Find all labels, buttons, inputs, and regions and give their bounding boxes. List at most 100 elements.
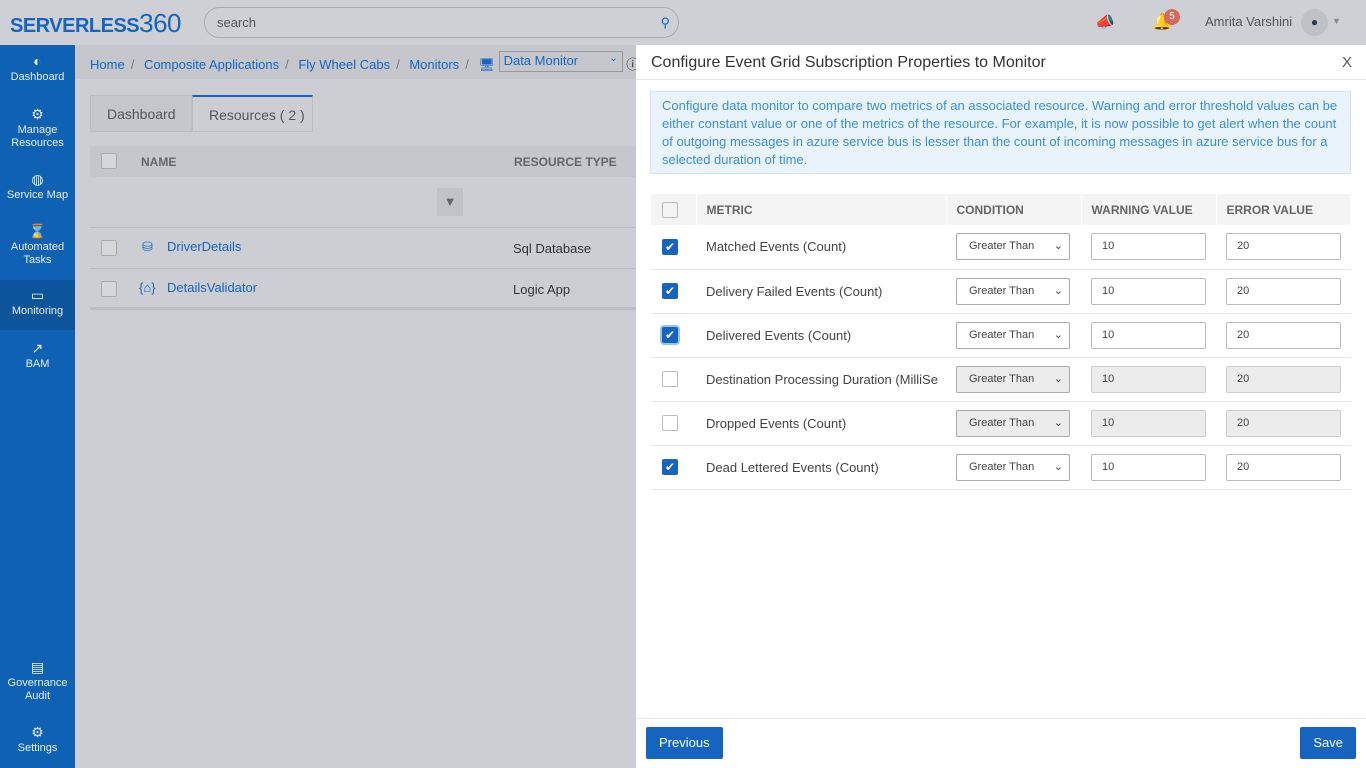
panel-title: Configure Event Grid Subscription Proper… bbox=[651, 54, 1046, 71]
condition-select[interactable]: Greater Than ⌄ bbox=[956, 453, 1070, 481]
metric-row: ✔ Dead Lettered Events (Count) Greater T… bbox=[651, 445, 1351, 490]
error-value-input[interactable]: 20 bbox=[1226, 233, 1341, 261]
logic-app-icon: {⌂} bbox=[139, 280, 156, 295]
gear-icon: ⚙ bbox=[31, 724, 44, 740]
condition-select[interactable]: Greater Than ⌄ bbox=[956, 233, 1070, 261]
document-icon: ▤ bbox=[30, 659, 45, 675]
metric-name: Dead Lettered Events (Count) bbox=[696, 445, 946, 490]
error-value-input[interactable]: 20 bbox=[1226, 409, 1341, 437]
metric-row: ✔ Delivered Events (Count) Greater Than ⌄… bbox=[651, 313, 1351, 358]
error-value-input[interactable]: 20 bbox=[1226, 365, 1341, 393]
hourglass-icon: ⌛ bbox=[28, 223, 47, 239]
column-header-name[interactable]: NAME bbox=[141, 155, 176, 169]
breadcrumb: Home / Composite Applications / Fly Wheel … bbox=[75, 45, 639, 79]
error-value-input[interactable]: 20 bbox=[1226, 321, 1341, 349]
globe-icon: ◍ bbox=[31, 171, 44, 187]
condition-select[interactable]: Greater Than ⌄ bbox=[956, 409, 1070, 437]
breadcrumb-home[interactable]: Home bbox=[90, 57, 125, 72]
condition-select[interactable]: Greater Than ⌄ bbox=[956, 365, 1070, 393]
configure-panel: Configure Event Grid Subscription Proper… bbox=[636, 45, 1366, 768]
sidebar-item-service-map[interactable]: ◍ Service Map bbox=[0, 171, 75, 202]
avatar[interactable]: ● bbox=[1301, 9, 1328, 36]
user-name[interactable]: Amrita Varshini bbox=[1205, 14, 1292, 29]
resources-table: NAME RESOURCE TYPE ▼ ⛁ DriverDetails Sql… bbox=[90, 146, 636, 310]
chevron-down-icon: ⌄ bbox=[1053, 240, 1063, 253]
warning-value-input[interactable]: 10 bbox=[1091, 233, 1206, 261]
search-icon[interactable]: ⚲ bbox=[660, 8, 670, 37]
row-checkbox[interactable] bbox=[101, 281, 117, 297]
metric-name: Delivered Events (Count) bbox=[696, 313, 946, 358]
row-checkbox[interactable] bbox=[101, 240, 117, 256]
column-header-error-value: ERROR VALUE bbox=[1216, 194, 1351, 225]
chart-line-icon: ↗ bbox=[31, 340, 44, 356]
select-all-checkbox[interactable] bbox=[101, 153, 117, 169]
sidebar-item-settings[interactable]: ⚙ Settings bbox=[0, 724, 75, 755]
gear-icon: ⚙ bbox=[31, 106, 44, 122]
resource-link[interactable]: DriverDetails bbox=[167, 239, 241, 254]
chevron-down-icon: ⌄ bbox=[1053, 416, 1063, 429]
warning-value-input[interactable]: 10 bbox=[1091, 365, 1206, 393]
sidebar: ◐ Dashboard ⚙ Manage Resources ◍ Service Ma… bbox=[0, 45, 75, 768]
error-value-input[interactable]: 20 bbox=[1226, 277, 1341, 305]
warning-value-input[interactable]: 10 bbox=[1091, 277, 1206, 305]
sidebar-item-automated-tasks[interactable]: ⌛ Automated Tasks bbox=[0, 223, 75, 267]
breadcrumb-monitors[interactable]: Monitors bbox=[409, 57, 459, 72]
error-value-input[interactable]: 20 bbox=[1226, 453, 1341, 481]
metric-row: ✔ Matched Events (Count) Greater Than ⌄ 1… bbox=[651, 225, 1351, 270]
metric-checkbox[interactable] bbox=[662, 415, 678, 432]
metric-checkbox[interactable]: ✔ bbox=[662, 327, 678, 344]
megaphone-icon[interactable]: 📣 bbox=[1095, 12, 1115, 32]
save-button[interactable]: Save bbox=[1300, 727, 1356, 759]
metric-name: Dropped Events (Count) bbox=[696, 401, 946, 446]
tab-dashboard[interactable]: Dashboard bbox=[90, 95, 192, 132]
logo[interactable]: SERVERLESS360 bbox=[10, 8, 182, 39]
filter-icon[interactable]: ▼ bbox=[437, 188, 463, 216]
metric-row: ✔ Delivery Failed Events (Count) Greater… bbox=[651, 269, 1351, 314]
metric-checkbox[interactable] bbox=[662, 371, 678, 388]
breadcrumb-fly-wheel-cabs[interactable]: Fly Wheel Cabs bbox=[298, 57, 390, 72]
select-all-checkbox[interactable] bbox=[662, 201, 678, 218]
info-message: Configure data monitor to compare two me… bbox=[650, 91, 1351, 174]
monitor-select[interactable]: Data Monitor ⌄ bbox=[498, 51, 623, 72]
column-header-metric: METRIC bbox=[696, 194, 947, 225]
metric-checkbox[interactable]: ✔ bbox=[662, 239, 678, 256]
monitor-icon: 🖥 bbox=[478, 57, 495, 72]
search-input[interactable]: search ⚲ bbox=[204, 7, 679, 38]
sidebar-item-manage-resources[interactable]: ⚙ Manage Resources bbox=[0, 106, 75, 150]
metric-row: Dropped Events (Count) Greater Than ⌄ 10 … bbox=[651, 401, 1351, 446]
chevron-down-icon[interactable]: ▼ bbox=[1332, 16, 1341, 26]
resource-type: Logic App bbox=[513, 282, 571, 297]
condition-select[interactable]: Greater Than ⌄ bbox=[956, 277, 1070, 305]
metric-row: Destination Processing Duration (MilliSe… bbox=[651, 357, 1351, 402]
chevron-down-icon: ⌄ bbox=[1053, 372, 1063, 385]
top-bar: SERVERLESS360 search ⚲ 📣 🔔 5 Amrita Varsh… bbox=[0, 0, 1366, 45]
notification-badge: 5 bbox=[1164, 9, 1180, 25]
resource-type: Sql Database bbox=[513, 241, 592, 256]
sidebar-item-monitoring[interactable]: ▭ Monitoring bbox=[0, 280, 75, 330]
warning-value-input[interactable]: 10 bbox=[1091, 453, 1206, 481]
sidebar-item-bam[interactable]: ↗ BAM bbox=[0, 340, 75, 371]
table-row: {⌂} DetailsValidator Logic App bbox=[90, 269, 636, 310]
chevron-down-icon: ⌄ bbox=[1053, 284, 1063, 297]
metric-name: Delivery Failed Events (Count) bbox=[696, 269, 946, 314]
resource-link[interactable]: DetailsValidator bbox=[167, 280, 257, 295]
metric-name: Destination Processing Duration (MilliSe bbox=[696, 357, 946, 402]
condition-select[interactable]: Greater Than ⌄ bbox=[956, 321, 1070, 349]
gauge-icon: ◐ bbox=[33, 53, 42, 69]
table-row: ⛁ DriverDetails Sql Database bbox=[90, 228, 636, 269]
sidebar-item-governance-audit[interactable]: ▤ Governance Audit bbox=[0, 659, 75, 703]
sidebar-item-dashboard[interactable]: ◐ Dashboard bbox=[0, 53, 75, 84]
laptop-icon: ▭ bbox=[30, 287, 45, 303]
metric-checkbox[interactable]: ✔ bbox=[662, 283, 678, 300]
previous-button[interactable]: Previous bbox=[646, 727, 723, 759]
sql-database-icon: ⛁ bbox=[142, 239, 153, 254]
column-header-warning-value: WARNING VALUE bbox=[1081, 194, 1217, 225]
close-button[interactable]: X bbox=[1342, 54, 1352, 71]
tab-resources[interactable]: Resources ( 2 ) bbox=[192, 95, 313, 132]
breadcrumb-composite-applications[interactable]: Composite Applications bbox=[144, 57, 279, 72]
warning-value-input[interactable]: 10 bbox=[1091, 409, 1206, 437]
warning-value-input[interactable]: 10 bbox=[1091, 321, 1206, 349]
column-header-resource-type[interactable]: RESOURCE TYPE bbox=[514, 155, 617, 169]
metric-checkbox[interactable]: ✔ bbox=[662, 459, 678, 476]
metrics-table: METRIC CONDITION WARNING VALUE ERROR VAL… bbox=[651, 194, 1351, 490]
